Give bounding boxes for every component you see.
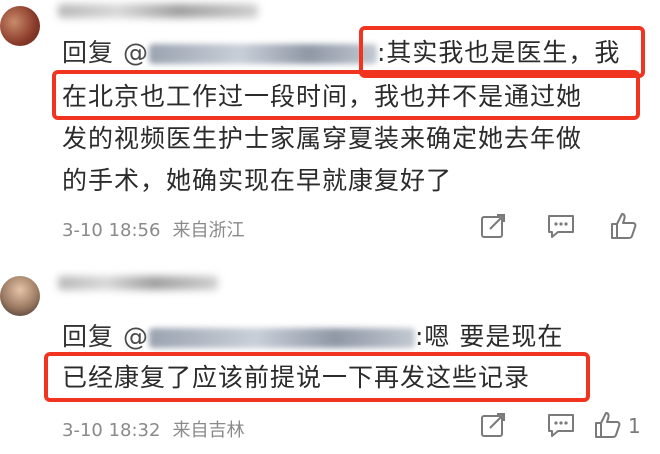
highlight-box [52,70,640,120]
comment-meta: 3-10 18:32 来自吉林 [62,416,244,442]
comment-location: 来自浙江 [172,220,245,241]
comment-item: 回复 @:其实我也是医生，我 在北京也工作过一段时间，我也并不是通过她 发的视频… [0,0,660,262]
avatar[interactable] [0,276,40,316]
username-blurred[interactable] [58,276,218,290]
share-icon[interactable] [478,410,508,440]
like-count: 1 [628,414,641,438]
mention-at: @ [122,322,149,351]
comment-text-line: 发的视频医生护士家属穿夏装来确定她去年做 [62,124,583,153]
mention-name-blurred [148,328,415,348]
comment-icon[interactable] [546,211,576,241]
comment-text-line: 回复 @ :嗯 要是现在 [62,322,563,352]
mention-at: @ [122,38,149,67]
comment-meta: 3-10 18:56 来自浙江 [62,216,244,242]
reply-prefix: 回复 [62,38,115,67]
reply-prefix: 回复 [62,322,115,351]
mention-link[interactable]: @ [123,38,377,67]
comment-time: 3-10 18:56 [62,220,161,241]
like-icon[interactable] [592,410,622,440]
avatar[interactable] [0,6,40,46]
comment-time: 3-10 18:32 [62,420,161,441]
comment-icon[interactable] [546,410,576,440]
username-blurred[interactable] [58,4,258,18]
comment-location: 来自吉林 [172,420,245,441]
highlight-box [44,352,590,402]
share-icon[interactable] [478,211,508,241]
comment-text-line: 的手术，她确实现在早就康复好了 [62,166,453,195]
mention-link[interactable]: @ [123,322,415,351]
comment-item: 回复 @:嗯 要是现在 已经康复了应该前提说一下再发这些记录 3-10 18:3… [0,262,660,454]
like-icon[interactable] [608,211,638,241]
comment-text: :嗯 要是现在 [414,322,564,351]
mention-name-blurred [148,44,377,64]
